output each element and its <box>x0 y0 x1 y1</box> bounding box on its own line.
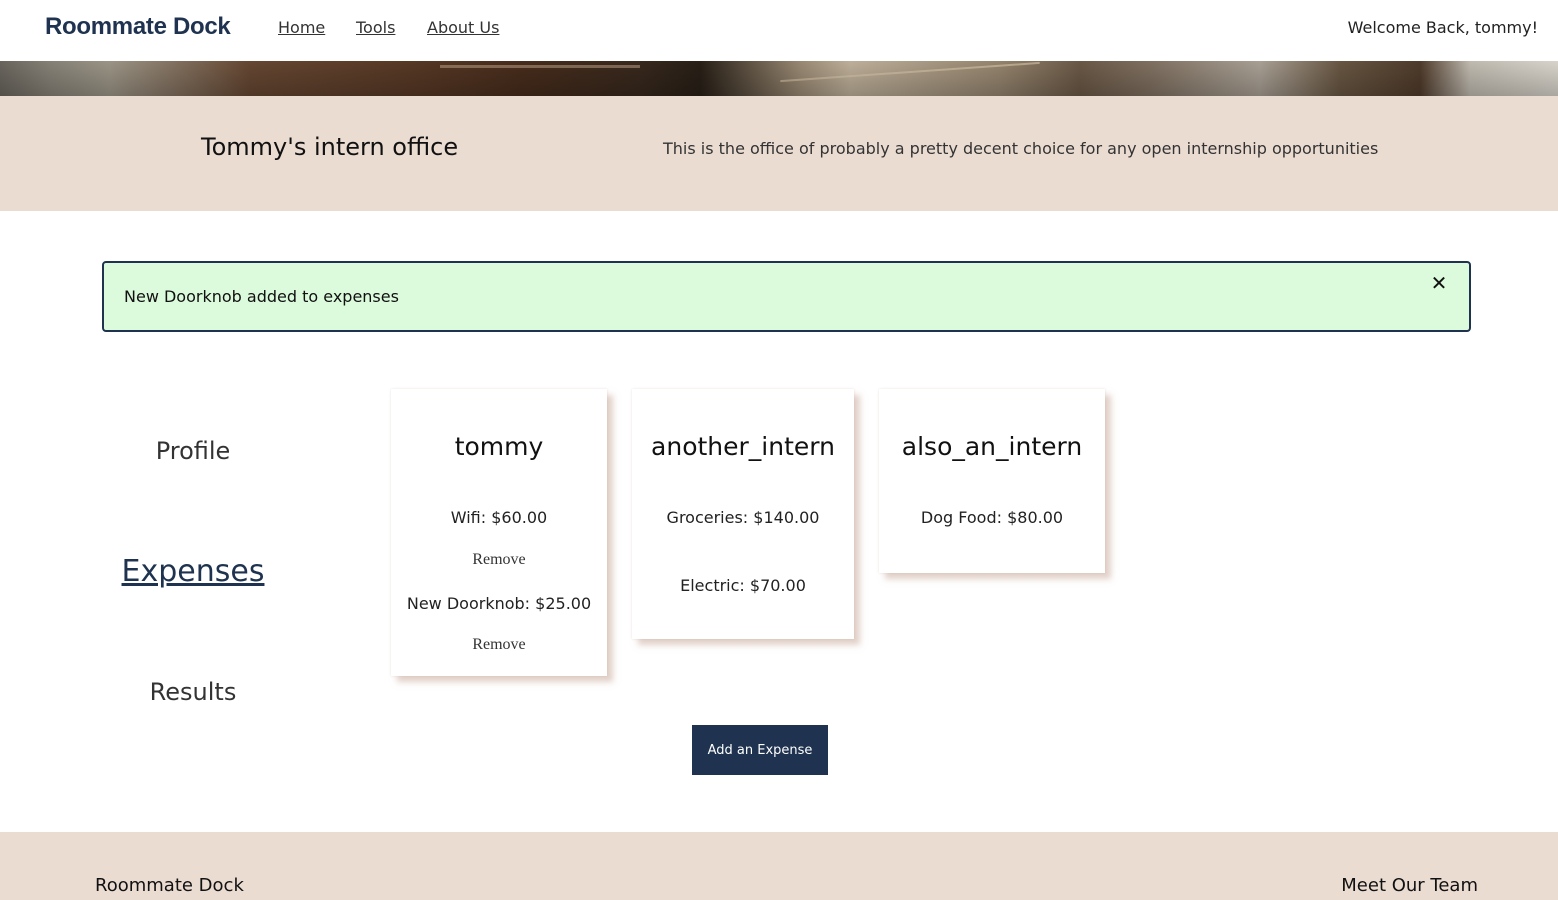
hero-image-shade <box>0 61 1558 96</box>
hero-image <box>0 61 1558 96</box>
expense-item: Dog Food: $80.00 <box>920 508 1064 527</box>
nav-link-tools[interactable]: Tools <box>356 18 395 37</box>
remove-expense-button[interactable]: Remove <box>391 551 607 569</box>
roommate-card-another-intern: another_intern Groceries: $140.00 Electr… <box>632 389 854 639</box>
roommate-card-tommy: tommy Wifi: $60.00 Remove New Doorknob: … <box>391 389 607 676</box>
nav-link-home[interactable]: Home <box>278 18 325 37</box>
sidebar-item-expenses[interactable]: Expenses <box>93 554 293 589</box>
roommate-card-also-an-intern: also_an_intern Dog Food: $80.00 <box>879 389 1105 573</box>
close-icon[interactable]: ✕ <box>1429 273 1449 293</box>
roommate-name: also_an_intern <box>901 432 1083 461</box>
roommate-name: another_intern <box>651 432 835 461</box>
alert-message: New Doorknob added to expenses <box>124 287 399 306</box>
roommate-name: tommy <box>454 432 544 461</box>
office-header: Tommy's intern office This is the office… <box>0 96 1558 211</box>
footer-brand: Roommate Dock <box>95 875 244 896</box>
office-title: Tommy's intern office <box>201 133 459 161</box>
expense-item: Wifi: $60.00 <box>450 508 548 527</box>
add-expense-button[interactable]: Add an Expense <box>692 725 828 775</box>
expense-item: Electric: $70.00 <box>680 576 806 595</box>
welcome-message: Welcome Back, tommy! <box>1347 18 1538 37</box>
success-alert: New Doorknob added to expenses ✕ <box>102 261 1471 332</box>
sidebar-item-results[interactable]: Results <box>93 678 293 706</box>
office-description: This is the office of probably a pretty … <box>663 139 1379 158</box>
nav-link-about-us[interactable]: About Us <box>427 18 499 37</box>
brand-logo[interactable]: Roommate Dock <box>45 13 231 41</box>
footer-team-heading: Meet Our Team <box>1341 875 1478 896</box>
top-navbar: Roommate Dock Home Tools About Us Welcom… <box>0 0 1558 61</box>
sidebar-item-profile[interactable]: Profile <box>93 437 293 465</box>
footer: Roommate Dock Meet Our Team <box>0 832 1558 900</box>
expense-item: Groceries: $140.00 <box>666 508 820 527</box>
remove-expense-button[interactable]: Remove <box>391 636 607 654</box>
expense-item: New Doorknob: $25.00 <box>406 594 592 613</box>
